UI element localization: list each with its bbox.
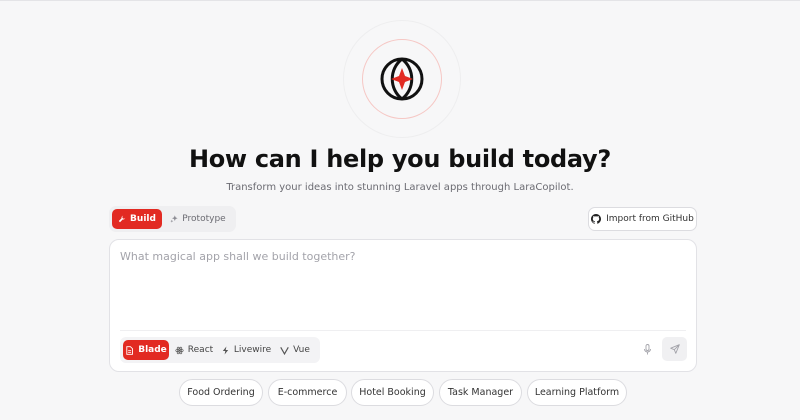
framework-vue-label: Vue — [293, 345, 310, 355]
prompt-divider — [120, 330, 686, 331]
import-from-github-label: Import from GitHub — [606, 214, 694, 224]
prompt-box: Blade React Livewire Vue — [109, 239, 697, 372]
prototype-mode-button[interactable]: Prototype — [165, 209, 231, 229]
bolt-icon — [222, 345, 229, 355]
framework-livewire-label: Livewire — [233, 345, 272, 355]
framework-blade-label: Blade — [138, 345, 167, 355]
suggestion-chip[interactable]: Hotel Booking — [351, 379, 434, 406]
github-icon — [591, 214, 602, 224]
build-mode-button[interactable]: Build — [112, 209, 162, 229]
mode-switch: Build Prototype — [109, 206, 236, 232]
globe-sparkle-icon — [380, 57, 424, 101]
mic-icon — [643, 343, 651, 354]
top-divider — [0, 0, 800, 1]
file-icon — [126, 345, 134, 355]
mic-button[interactable] — [640, 342, 654, 356]
wrench-icon — [118, 215, 126, 223]
sparkle-icon — [170, 215, 178, 223]
suggestion-chip[interactable]: Food Ordering — [179, 379, 263, 406]
suggestion-chip[interactable]: E-commerce — [268, 379, 347, 406]
framework-switch: Blade React Livewire Vue — [120, 337, 320, 363]
suggestion-chip[interactable]: Task Manager — [439, 379, 522, 406]
framework-vue-button[interactable]: Vue — [276, 340, 314, 360]
page-subtitle: Transform your ideas into stunning Larav… — [226, 182, 574, 193]
framework-livewire-button[interactable]: Livewire — [220, 340, 272, 360]
prototype-mode-label: Prototype — [182, 214, 226, 224]
send-button[interactable] — [662, 337, 687, 361]
prompt-input[interactable] — [120, 250, 686, 328]
framework-react-label: React — [187, 345, 214, 355]
framework-blade-button[interactable]: Blade — [123, 340, 169, 360]
import-from-github-button[interactable]: Import from GitHub — [588, 207, 697, 231]
page-title: How can I help you build today? — [188, 145, 612, 173]
build-mode-label: Build — [130, 214, 156, 224]
suggestion-chip[interactable]: Learning Platform — [527, 379, 627, 406]
logo — [343, 20, 461, 138]
framework-react-button[interactable]: React — [173, 340, 215, 360]
send-icon — [669, 344, 680, 354]
atom-icon — [175, 346, 184, 354]
vue-icon — [280, 346, 289, 355]
